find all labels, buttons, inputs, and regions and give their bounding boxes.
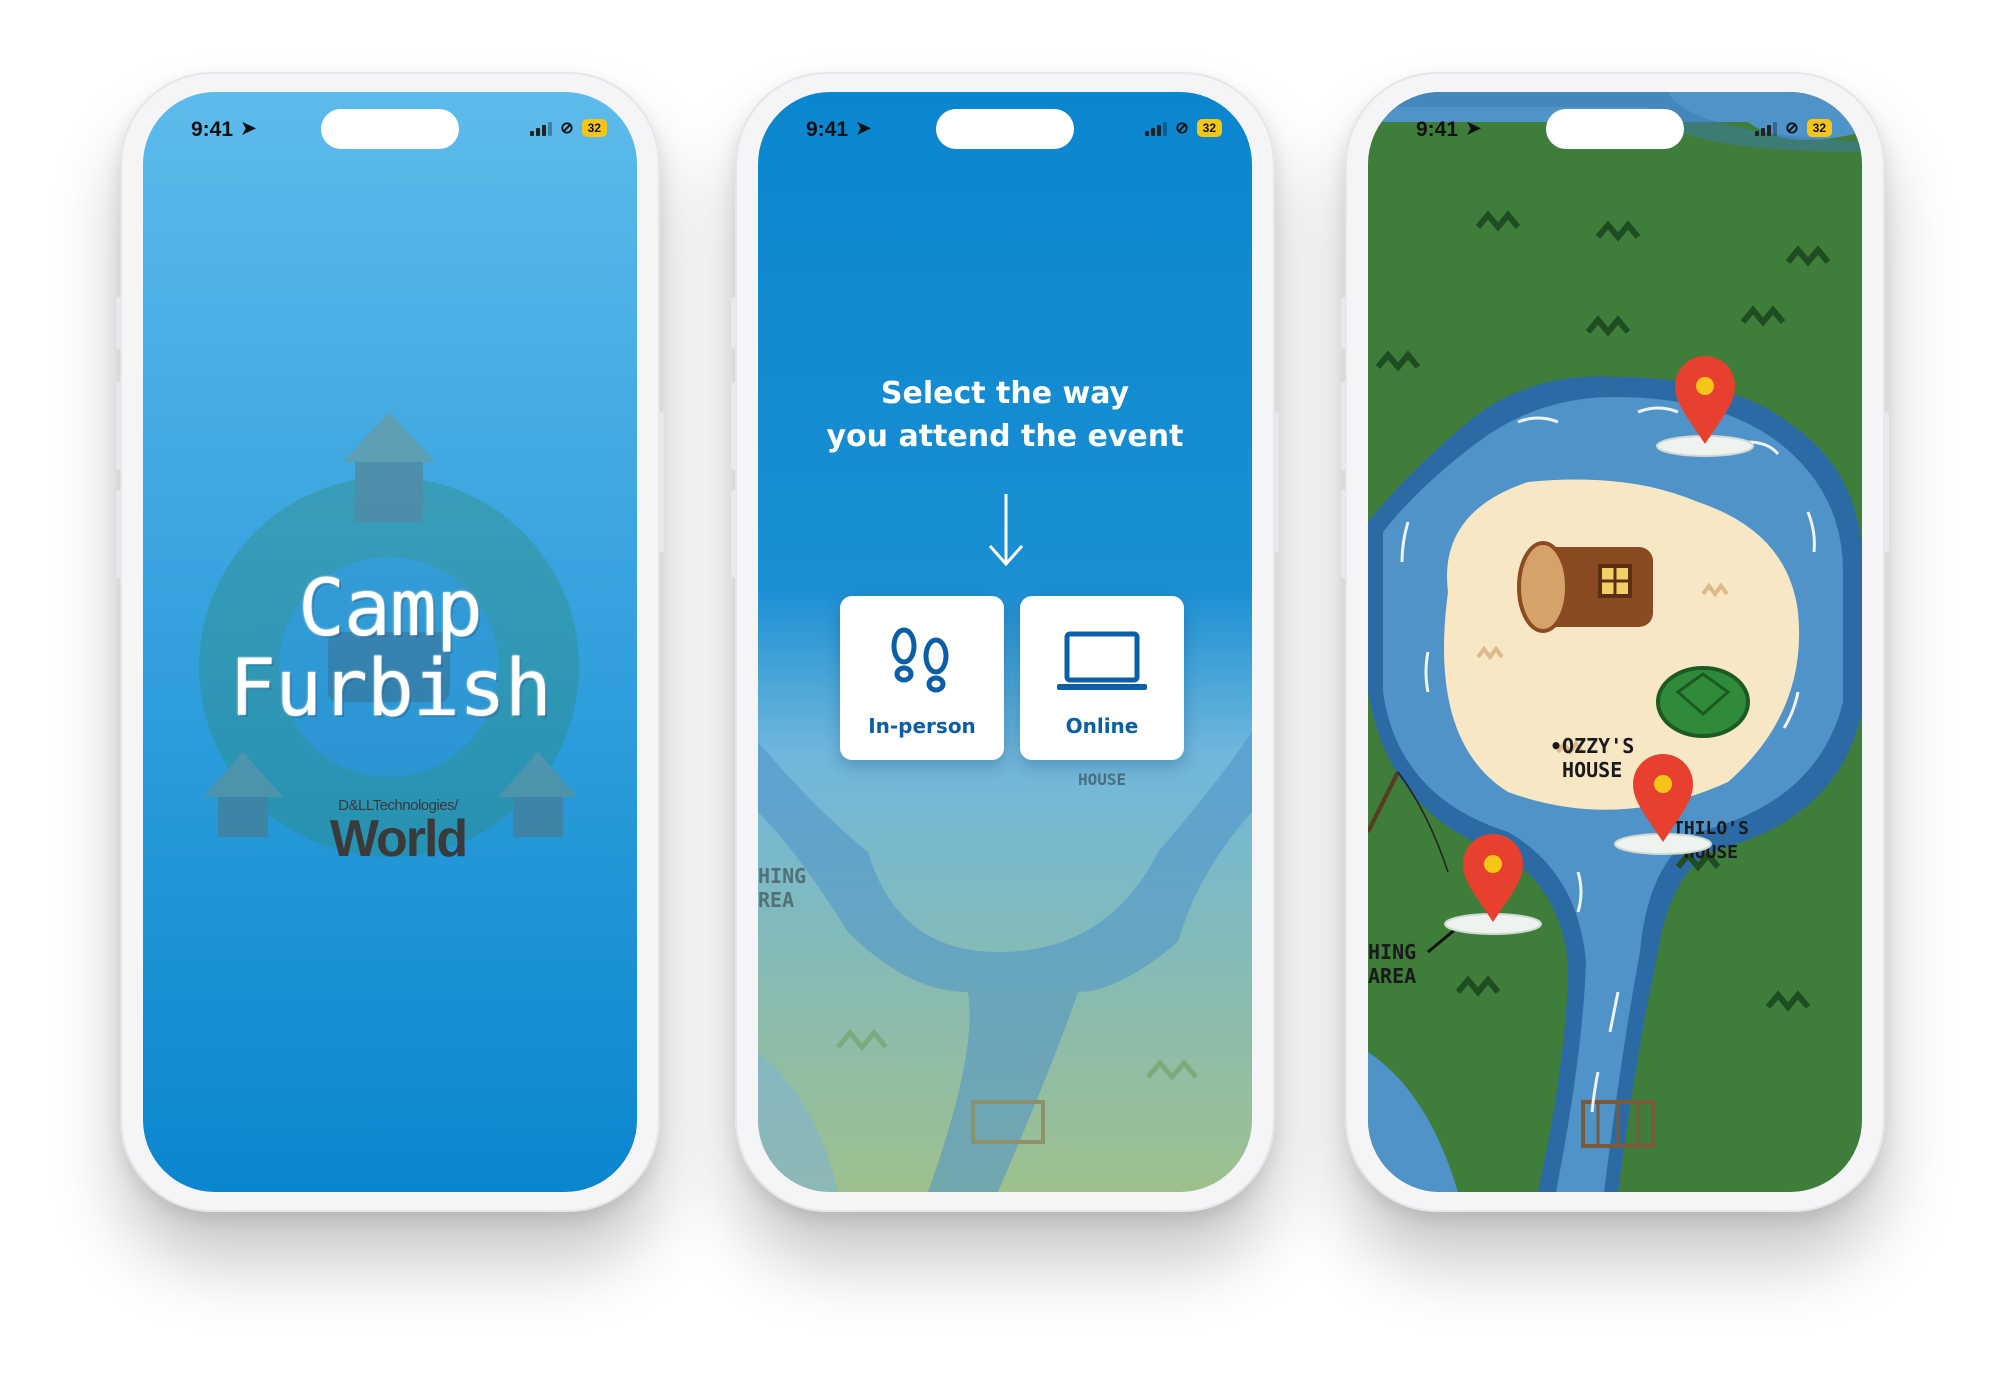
faded-fishing-label: HING REA <box>758 864 806 912</box>
arrow-down-icon <box>988 494 1024 567</box>
link-icon: ⊘ <box>560 120 574 137</box>
pin-meadow[interactable] <box>1650 354 1760 464</box>
map-screen[interactable]: 9:41 ➤ ⊘ 32 •OZZY'S HOUSE THILO'S HOUSE … <box>1368 92 1862 1192</box>
volume-up-button <box>116 382 122 470</box>
phone-splash: 9:41 ➤ ⊘ 32 Camp Furbish D&LLTechnologie… <box>116 72 664 1212</box>
dynamic-island <box>936 109 1074 149</box>
volume-down-button <box>1341 490 1347 578</box>
volume-up-button <box>1341 382 1347 470</box>
signal-icon <box>1145 120 1168 136</box>
power-button <box>1883 412 1889 552</box>
title-camp: Camp <box>298 564 483 654</box>
prompt-line-1: Select the way <box>880 376 1130 411</box>
volume-down-button <box>116 490 122 578</box>
status-icons: ⊘ 32 <box>1145 118 1222 138</box>
battery-icon: 32 <box>1806 119 1832 137</box>
power-button <box>658 412 664 552</box>
location-arrow-icon: ➤ <box>241 118 257 138</box>
volume-up-button <box>731 382 737 470</box>
in-person-button[interactable]: In-person <box>840 596 1004 760</box>
in-person-label: In-person <box>868 714 976 738</box>
phone-attendance: 9:41 ➤ ⊘ 32 Select the way you attend th… <box>731 72 1279 1212</box>
dynamic-island <box>321 109 459 149</box>
fishing-label-line-2: REA <box>758 888 795 912</box>
fishing-label-line-1: HING <box>758 864 807 888</box>
dynamic-island <box>1546 109 1684 149</box>
power-button <box>1273 412 1279 552</box>
fishing-label-line-2: AREA <box>1368 964 1417 988</box>
online-label: Online <box>1065 714 1139 738</box>
mute-switch <box>1341 297 1347 349</box>
pin-fishing-area[interactable] <box>1438 832 1548 942</box>
mute-switch <box>116 297 122 349</box>
signal-icon <box>530 120 553 136</box>
location-arrow-icon: ➤ <box>856 118 872 138</box>
attendance-prompt: Select the way you attend the event <box>758 372 1252 458</box>
fishing-area-label: HING AREA <box>1368 940 1416 988</box>
signal-icon <box>1755 120 1778 136</box>
status-bar: 9:41 ➤ ⊘ 32 <box>758 92 1252 152</box>
fishing-label-line-1: HING <box>1368 940 1417 964</box>
link-icon: ⊘ <box>1175 120 1189 137</box>
camp-map[interactable] <box>1368 92 1862 1192</box>
world-text: World <box>329 810 468 868</box>
mute-switch <box>731 297 737 349</box>
splash-screen: 9:41 ➤ ⊘ 32 Camp Furbish D&LLTechnologie… <box>143 92 637 1192</box>
status-icons: ⊘ 32 <box>1755 118 1832 138</box>
title-furbish: Furbish <box>229 644 552 734</box>
battery-icon: 32 <box>1196 119 1222 137</box>
attendance-screen: 9:41 ➤ ⊘ 32 Select the way you attend th… <box>758 92 1252 1192</box>
laptop-icon <box>1057 631 1147 690</box>
faded-house-label: HOUSE <box>1078 770 1127 789</box>
online-button[interactable]: Online <box>1020 596 1184 760</box>
ozzys-house-icon[interactable] <box>1517 541 1653 633</box>
status-icons: ⊘ 32 <box>530 118 607 138</box>
footprints-icon <box>891 627 949 693</box>
volume-down-button <box>731 490 737 578</box>
status-time: 9:41 <box>806 118 849 141</box>
pin-thilos-house[interactable] <box>1608 752 1718 862</box>
status-time: 9:41 <box>1416 118 1459 141</box>
status-time: 9:41 <box>191 118 234 141</box>
dell-world-logo: D&LLTechnologies/ World <box>318 797 478 868</box>
battery-icon: 32 <box>581 119 607 137</box>
link-icon: ⊘ <box>1785 120 1799 137</box>
status-bar: 9:41 ➤ ⊘ 32 <box>1368 92 1862 152</box>
thilos-house-icon[interactable] <box>1656 666 1750 738</box>
status-bar: 9:41 ➤ ⊘ 32 <box>143 92 637 152</box>
location-arrow-icon: ➤ <box>1466 118 1482 138</box>
phone-map: 9:41 ➤ ⊘ 32 •OZZY'S HOUSE THILO'S HOUSE … <box>1341 72 1889 1212</box>
prompt-line-2: you attend the event <box>826 419 1184 454</box>
